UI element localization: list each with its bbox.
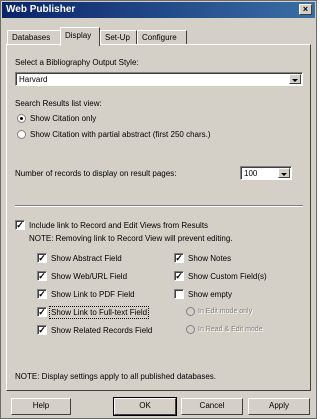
records-per-page-select[interactable]: 100	[240, 166, 292, 180]
show-pdf-link-label[interactable]: Show Link to PDF Field	[51, 290, 135, 299]
citation-only-radio[interactable]	[17, 114, 26, 123]
bibliography-style-label: Select a Bibliography Output Style:	[15, 58, 139, 67]
show-custom-fields-label[interactable]: Show Custom Field(s)	[188, 272, 267, 281]
window-title: Web Publisher	[6, 4, 76, 15]
search-results-label: Search Results list view:	[15, 99, 102, 108]
ok-button[interactable]: OK	[114, 398, 176, 415]
chevron-down-icon[interactable]	[278, 168, 290, 178]
close-icon[interactable]: ×	[299, 4, 312, 15]
citation-abstract-label[interactable]: Show Citation with partial abstract (fir…	[30, 130, 211, 139]
cancel-button[interactable]: Cancel	[181, 398, 243, 415]
bibliography-style-value: Harvard	[19, 75, 48, 84]
show-custom-fields-checkbox[interactable]: ✓	[174, 271, 184, 281]
display-settings-panel: Select a Bibliography Output Style: Harv…	[6, 44, 311, 391]
chevron-down-icon[interactable]	[289, 74, 301, 84]
show-related-records-checkbox[interactable]: ✓	[37, 325, 47, 335]
show-fulltext-link-checkbox[interactable]: ✓	[37, 307, 47, 317]
read-edit-mode-label: In Read & Edit mode	[198, 326, 263, 333]
apply-button[interactable]: Apply	[248, 398, 310, 415]
include-link-note: NOTE: Removing link to Record View will …	[29, 234, 233, 243]
show-web-url-checkbox[interactable]: ✓	[37, 271, 47, 281]
show-abstract-label[interactable]: Show Abstract Field	[51, 254, 122, 263]
show-abstract-checkbox[interactable]: ✓	[37, 253, 47, 263]
edit-mode-only-radio[interactable]	[186, 307, 195, 316]
show-pdf-link-checkbox[interactable]: ✓	[37, 289, 47, 299]
records-per-page-value: 100	[244, 169, 258, 178]
include-link-label[interactable]: Include link to Record and Edit Views fr…	[29, 221, 208, 230]
tab-display[interactable]: Display	[60, 27, 100, 46]
include-link-checkbox[interactable]: ✓	[15, 220, 25, 230]
show-related-records-label[interactable]: Show Related Records Field	[51, 326, 152, 335]
show-notes-label[interactable]: Show Notes	[188, 254, 231, 263]
show-web-url-label[interactable]: Show Web/URL Field	[51, 272, 127, 281]
tab-configure[interactable]: Configure	[137, 30, 187, 44]
footer-note: NOTE: Display settings apply to all publ…	[15, 372, 216, 381]
show-notes-checkbox[interactable]: ✓	[174, 253, 184, 263]
citation-only-label[interactable]: Show Citation only	[30, 114, 96, 123]
show-empty-label[interactable]: Show empty	[188, 290, 232, 299]
show-empty-checkbox[interactable]	[174, 289, 184, 299]
title-bar[interactable]: Web Publisher ×	[2, 2, 315, 18]
tab-databases[interactable]: Databases	[7, 30, 61, 44]
tab-setup[interactable]: Set-Up	[100, 30, 137, 44]
records-per-page-label: Number of records to display on result p…	[15, 169, 177, 178]
section-divider	[15, 205, 303, 207]
citation-abstract-radio[interactable]	[17, 130, 26, 139]
show-fulltext-link-label[interactable]: Show Link to Full-text Field	[48, 306, 150, 319]
bibliography-style-select[interactable]: Harvard	[15, 72, 303, 86]
edit-mode-only-label: In Edit mode only	[198, 308, 253, 315]
web-publisher-dialog: Web Publisher × Databases Display Set-Up…	[0, 0, 317, 419]
read-edit-mode-radio[interactable]	[186, 325, 195, 334]
help-button[interactable]: Help	[11, 398, 71, 415]
